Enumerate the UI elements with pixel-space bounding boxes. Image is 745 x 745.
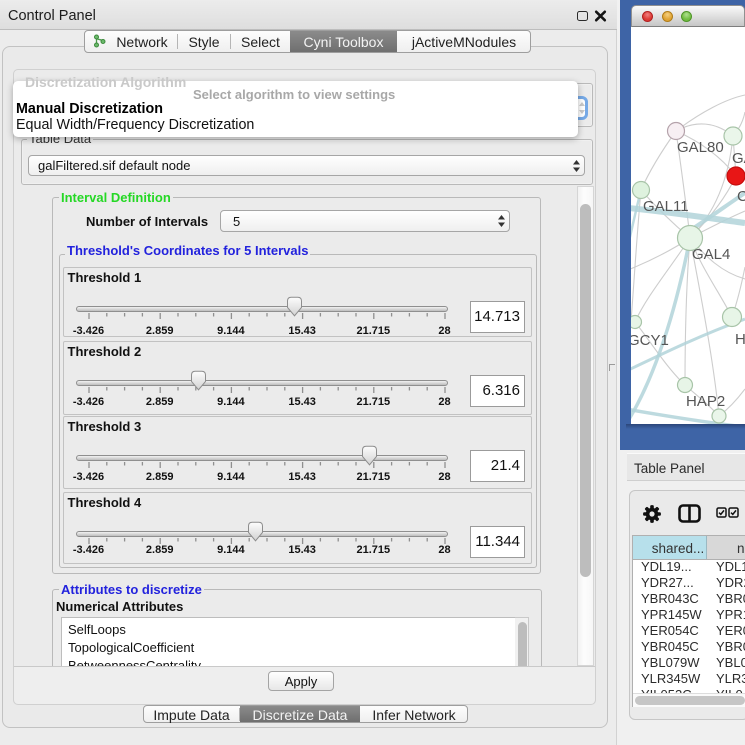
- svg-text:C: C: [737, 188, 745, 205]
- svg-text:GAL80: GAL80: [677, 139, 724, 156]
- svg-text:GAL4: GAL4: [692, 246, 730, 263]
- svg-text:H: H: [735, 331, 745, 348]
- svg-text:GA: GA: [732, 150, 745, 167]
- svg-text:HAP2: HAP2: [686, 393, 725, 410]
- svg-text:GCY1: GCY1: [631, 332, 669, 349]
- svg-text:GAL11: GAL11: [643, 198, 689, 215]
